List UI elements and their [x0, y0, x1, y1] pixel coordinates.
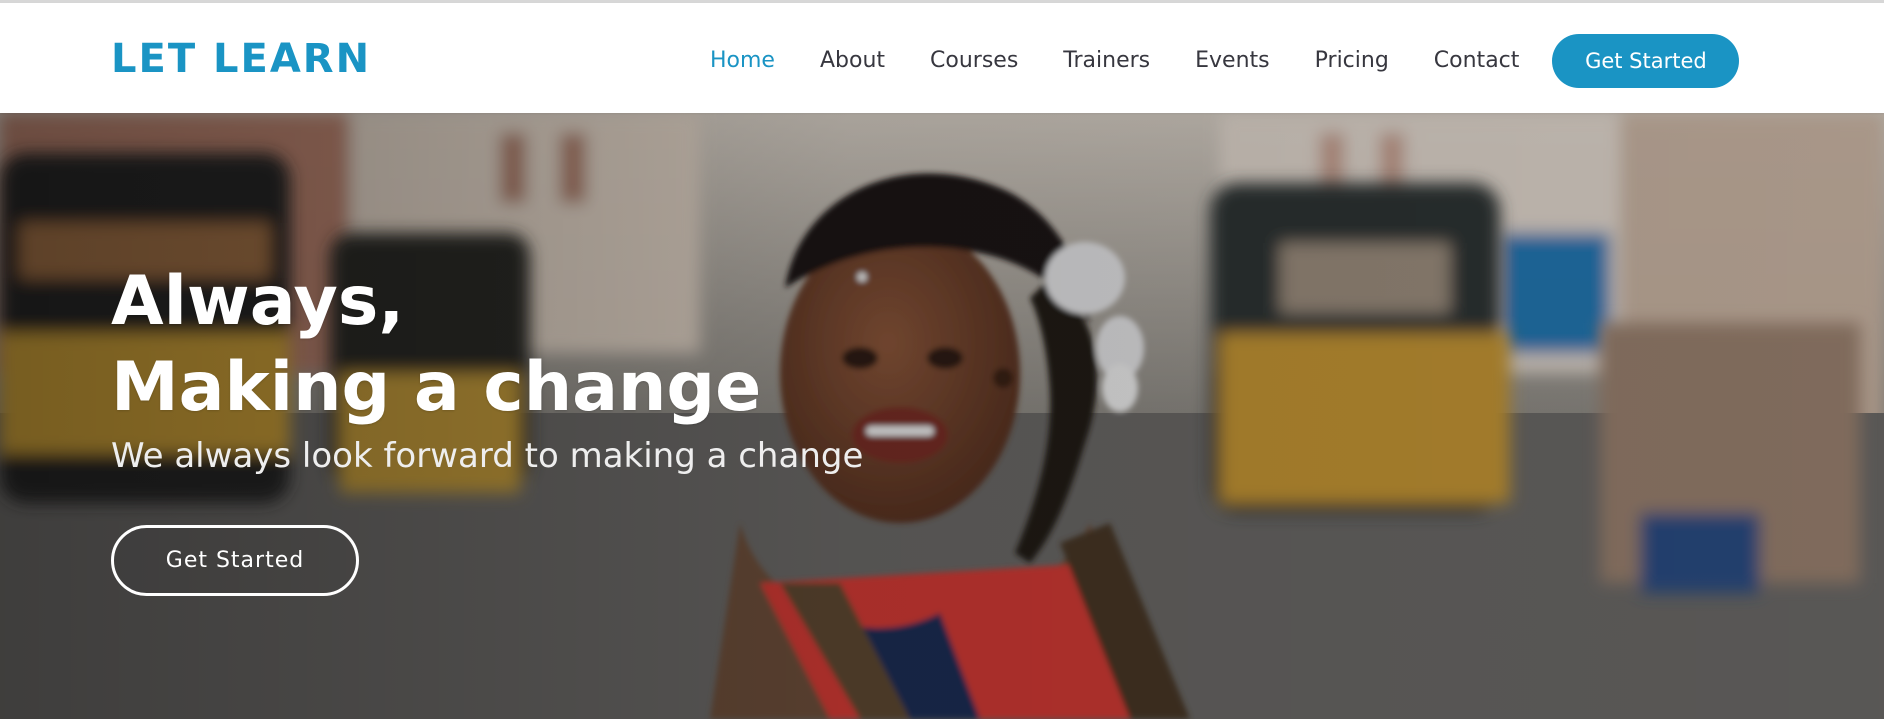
hero-title-line-1: Always, — [111, 262, 405, 341]
hero-get-started-button[interactable]: Get Started — [111, 525, 359, 596]
nav-link-contact[interactable]: Contact — [1434, 34, 1520, 88]
main-navigation: Home About Courses Trainers Events Prici… — [710, 34, 1740, 88]
nav-link-courses[interactable]: Courses — [930, 34, 1018, 88]
header-get-started-button[interactable]: Get Started — [1552, 34, 1740, 88]
nav-link-events[interactable]: Events — [1195, 34, 1270, 88]
nav-link-trainers[interactable]: Trainers — [1063, 34, 1150, 88]
nav-link-pricing[interactable]: Pricing — [1315, 34, 1389, 88]
site-header: LET LEARN Home About Courses Trainers Ev… — [0, 3, 1884, 113]
hero-title: Always, Making a change — [111, 259, 761, 431]
site-logo[interactable]: LET LEARN — [111, 35, 371, 83]
hero-subtitle: We always look forward to making a chang… — [111, 436, 864, 476]
nav-link-about[interactable]: About — [820, 34, 885, 88]
hero-section: Always, Making a change We always look f… — [0, 113, 1884, 719]
hero-title-line-2: Making a change — [111, 348, 762, 427]
nav-link-home[interactable]: Home — [710, 34, 775, 88]
